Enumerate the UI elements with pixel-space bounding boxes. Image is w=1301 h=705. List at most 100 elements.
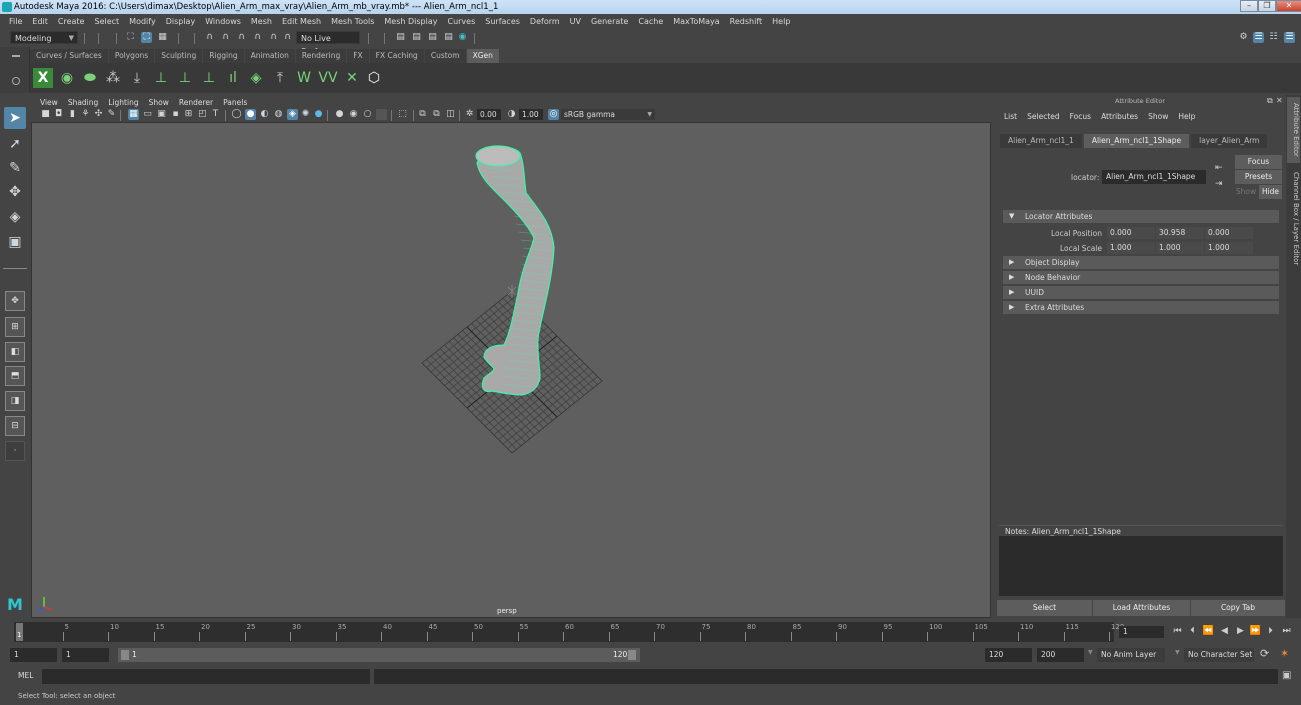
mel-label[interactable]: MEL (18, 671, 33, 680)
render-frame-icon[interactable]: ▤ (411, 32, 422, 43)
select-guides-icon[interactable]: W (294, 68, 314, 88)
menu-display[interactable]: Display (161, 17, 201, 26)
section-locator-attributes[interactable]: ▼ Locator Attributes (1003, 210, 1279, 223)
xgen-preview-icon[interactable]: ◉ (57, 68, 77, 88)
maximize-button[interactable]: ❐ (1258, 0, 1276, 12)
menu-redshift[interactable]: Redshift (725, 17, 767, 26)
viewport-menu-show[interactable]: Show (144, 98, 174, 107)
xray-joints-icon[interactable]: ⧉ (431, 109, 442, 120)
viewport-menu-renderer[interactable]: Renderer (174, 98, 218, 107)
local-scale-x[interactable]: 1.000 (1107, 242, 1155, 254)
shelf-tab-xgen[interactable]: XGen (466, 49, 499, 63)
section-object-display[interactable]: ▶ Object Display (1003, 256, 1279, 269)
range-slider[interactable]: 1 120 (118, 648, 640, 662)
color-space-dropdown[interactable]: sRGB gamma ▼ (561, 109, 655, 120)
menu-deform[interactable]: Deform (525, 17, 565, 26)
lock-guide-icon[interactable]: ⊥ (199, 68, 219, 88)
add-guides-icon[interactable]: ⁂ (103, 68, 123, 88)
persp-uv-layout-icon[interactable]: ⊟ (5, 416, 25, 436)
play-forwards-icon[interactable]: ▶ (1234, 625, 1247, 638)
xray-components-icon[interactable]: ◫ (445, 109, 456, 120)
ae-menu-attributes[interactable]: Attributes (1096, 112, 1143, 121)
exposure-field[interactable]: 0.00 (477, 109, 501, 120)
step-forward-key-icon[interactable]: ⏩ (1249, 625, 1262, 638)
character-set-dropdown[interactable]: No Character Set (1184, 648, 1254, 662)
shelf-tab-fx[interactable]: FX (347, 49, 369, 63)
go-to-start-icon[interactable]: ⏮ (1171, 625, 1184, 638)
output-connections-icon[interactable]: ⇥ (1215, 179, 1223, 189)
hypershade-icon[interactable]: ◉ (457, 32, 468, 43)
scale-tool-icon[interactable]: ▣ (4, 231, 26, 253)
exposure-icon[interactable]: ✲ (464, 109, 475, 120)
hide-button[interactable]: Hide (1259, 185, 1282, 199)
menu-mesh-display[interactable]: Mesh Display (379, 17, 442, 26)
rebuild-guides-icon[interactable]: VV (318, 68, 338, 88)
snap-curve-icon[interactable]: ∩ (220, 32, 231, 43)
viewport-menu-lighting[interactable]: Lighting (103, 98, 143, 107)
step-back-frame-icon[interactable]: ⏴ (1186, 625, 1199, 638)
delete-guides-icon[interactable]: ✕ (342, 68, 362, 88)
gate-mask-icon[interactable]: ▪ (170, 109, 181, 120)
command-input[interactable] (42, 669, 370, 684)
script-editor-icon[interactable]: ▣ (1282, 670, 1291, 681)
load-attributes-button[interactable]: Load Attributes (1093, 600, 1190, 616)
guides-surface-icon[interactable]: ◈ (246, 68, 266, 88)
step-forward-frame-icon[interactable]: ⏵ (1264, 625, 1277, 638)
menu-mesh-tools[interactable]: Mesh Tools (326, 17, 379, 26)
camera-attributes-icon[interactable]: ◘ (53, 109, 64, 120)
hypershade-layout-icon[interactable]: ◨ (5, 391, 25, 411)
screen-space-ao-icon[interactable]: ● (334, 109, 345, 120)
anim-layer-dropdown[interactable]: No Anim Layer (1097, 648, 1165, 662)
select-hierarchy-icon[interactable]: ⛶ (125, 32, 136, 43)
place-guides-icon[interactable]: ⤓ (127, 68, 147, 88)
anti-aliasing-icon[interactable]: ○ (362, 109, 373, 120)
select-tool-icon[interactable]: ➤ (4, 107, 26, 129)
ae-tab-layer[interactable]: layer_Alien_Arm (1191, 134, 1268, 148)
depth-of-field-icon[interactable] (376, 109, 387, 120)
viewport-menu-shading[interactable]: Shading (63, 98, 103, 107)
grid-icon[interactable]: ▦ (128, 109, 139, 120)
playback-end-field[interactable]: 120 (985, 648, 1032, 662)
rotate-tool-icon[interactable]: ◈ (4, 206, 26, 228)
field-chart-icon[interactable]: ⊞ (183, 109, 194, 120)
more-layouts-icon[interactable]: · (5, 441, 25, 461)
grease-pencil-icon[interactable]: ✎ (106, 109, 117, 120)
animation-start-field[interactable]: 1 (10, 648, 57, 662)
shadows-icon[interactable]: ● (313, 109, 324, 120)
menu-uv[interactable]: UV (565, 17, 586, 26)
render-view-icon[interactable]: ▤ (395, 32, 406, 43)
menu-file[interactable]: File (4, 17, 27, 26)
ae-menu-selected[interactable]: Selected (1022, 112, 1065, 121)
xgen-plugin-icon[interactable]: ⬡ (364, 68, 384, 88)
menu-select[interactable]: Select (89, 17, 124, 26)
local-position-y[interactable]: 30.958 (1156, 227, 1204, 239)
auto-key-icon[interactable]: ⟳ (1260, 647, 1269, 660)
gamma-icon[interactable]: ◑ (506, 109, 517, 120)
xray-icon[interactable]: ⧉ (417, 109, 428, 120)
menu-maxtomaya[interactable]: MaxToMaya (668, 17, 724, 26)
gamma-field[interactable]: 1.00 (519, 109, 543, 120)
shelf-tab-fx-caching[interactable]: FX Caching (369, 49, 424, 63)
use-default-material-icon[interactable]: ◐ (259, 109, 270, 120)
shelf-tab-curves-surfaces[interactable]: Curves / Surfaces (30, 49, 108, 63)
float-panel-icon[interactable]: ⧉ (1267, 96, 1273, 106)
show-guide-icon[interactable]: ⊥ (175, 68, 195, 88)
shelf-tab-animation[interactable]: Animation (244, 49, 295, 63)
xgen-description-icon[interactable]: ⬬ (80, 68, 100, 88)
notes-textarea[interactable] (999, 536, 1283, 596)
side-tab-channel-box[interactable]: Channel Box / Layer Editor (1287, 169, 1300, 269)
presets-button[interactable]: Presets (1235, 170, 1282, 184)
ae-menu-help[interactable]: Help (1173, 112, 1200, 121)
menu-help[interactable]: Help (767, 17, 795, 26)
safe-action-icon[interactable]: ◰ (197, 109, 208, 120)
close-button[interactable]: ✕ (1276, 0, 1301, 12)
select-button[interactable]: Select (997, 600, 1092, 616)
menu-surfaces[interactable]: Surfaces (480, 17, 525, 26)
image-plane-icon[interactable]: ⚘ (80, 109, 91, 120)
snap-point-icon[interactable]: ∩ (236, 32, 247, 43)
current-frame-field[interactable]: 1 (1119, 626, 1164, 638)
menuset-dropdown[interactable]: Modeling ▼ (10, 31, 78, 44)
menu-curves[interactable]: Curves (442, 17, 480, 26)
go-to-end-icon[interactable]: ⏭ (1280, 625, 1293, 638)
select-component-icon[interactable]: ▦ (157, 32, 168, 43)
